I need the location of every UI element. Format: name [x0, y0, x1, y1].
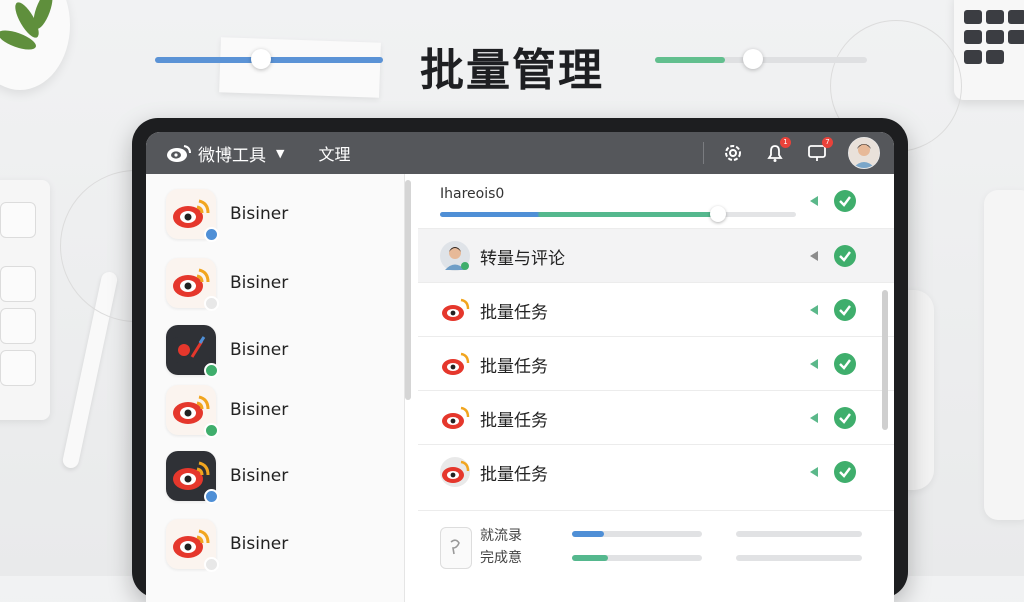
sidebar-account-item[interactable]: Bisiner: [166, 448, 288, 504]
weibo-logo-icon: [166, 385, 219, 438]
task-label: 批量任务: [480, 410, 548, 431]
check-icon: [834, 353, 856, 375]
progress-row: [418, 174, 894, 228]
footer-bar: [572, 555, 702, 561]
task-label: 批量任务: [480, 356, 548, 377]
footer-line-1: 就流录: [480, 528, 522, 544]
desk-device: [984, 190, 1024, 520]
collapse-arrow-icon[interactable]: [810, 305, 818, 315]
message-badge: 7: [822, 137, 833, 148]
summary-footer: 就流录 完成意: [418, 510, 894, 602]
notification-badge: 1: [780, 137, 791, 148]
page-title: 批量管理: [420, 45, 604, 96]
task-row[interactable]: 转量与评论: [418, 228, 894, 283]
footer-bar: [572, 531, 702, 537]
check-icon: [834, 407, 856, 429]
divider: [703, 142, 704, 164]
top-actions: 1 7: [703, 132, 894, 174]
sidebar-account-item[interactable]: Bisiner: [166, 255, 288, 311]
verified-badge-icon: [204, 489, 219, 504]
user-avatar-icon: [440, 241, 470, 271]
account-name: Bisiner: [230, 466, 289, 486]
account-name: Bisiner: [230, 273, 289, 293]
account-name: Bisiner: [230, 400, 289, 420]
collapse-arrow-icon[interactable]: [810, 196, 818, 206]
verified-badge-icon: [204, 227, 219, 242]
check-icon: [834, 245, 856, 267]
collapse-arrow-icon[interactable]: [810, 251, 818, 261]
collapse-arrow-icon[interactable]: [810, 413, 818, 423]
chevron-down-icon: ▼: [276, 146, 285, 160]
dashboard-app-icon: [166, 325, 219, 378]
weibo-logo-icon: [440, 457, 470, 487]
task-label: 批量任务: [480, 464, 548, 485]
weibo-logo-icon: [166, 258, 219, 311]
settings-gear-icon[interactable]: [722, 142, 744, 164]
side-keypad: [0, 180, 50, 420]
account-sidebar: Bisiner Bisiner Bisiner Bisiner Bisiner …: [146, 174, 405, 602]
notification-bell-icon[interactable]: 1: [764, 137, 791, 164]
weibo-logo-icon: [440, 403, 470, 433]
user-avatar[interactable]: [848, 137, 880, 169]
nav-link[interactable]: 文理: [318, 141, 350, 165]
weibo-logo-icon: [440, 349, 470, 379]
status-dot-icon: [204, 557, 219, 572]
collapse-arrow-icon[interactable]: [810, 359, 818, 369]
check-icon: [834, 461, 856, 483]
footer-bar: [736, 555, 862, 561]
collapse-arrow-icon[interactable]: [810, 467, 818, 477]
online-status-icon: [204, 363, 219, 378]
footer-line-2: 完成意: [480, 550, 522, 566]
task-panel: Ihareois0 转量与评论 批量任务 批量任务 批量任务 批量任务 就流录 …: [418, 174, 894, 602]
task-row[interactable]: 批量任务: [418, 282, 894, 337]
top-bar: 微博工具 ▼ 文理 1 7: [146, 132, 894, 174]
weibo-logo-icon: [166, 519, 219, 572]
task-label: 转量与评论: [480, 248, 565, 269]
check-icon: [834, 190, 856, 212]
weibo-logo-icon: [166, 143, 192, 163]
sidebar-account-item[interactable]: Bisiner: [166, 322, 288, 378]
account-name: Bisiner: [230, 204, 289, 224]
brand-menu[interactable]: 微博工具 ▼: [166, 141, 284, 166]
check-icon: [834, 299, 856, 321]
task-row[interactable]: 批量任务: [418, 336, 894, 391]
app-window: 微博工具 ▼ 文理 1 7 Bisiner Bisiner Bisiner Bi…: [146, 132, 894, 602]
account-name: Bisiner: [230, 340, 289, 360]
sidebar-account-item[interactable]: Bisiner: [166, 516, 288, 572]
status-dot-icon: [204, 296, 219, 311]
sidebar-account-item[interactable]: Bisiner: [166, 382, 288, 438]
sidebar-scrollbar[interactable]: [405, 180, 411, 400]
task-row[interactable]: 批量任务: [418, 444, 894, 499]
task-row[interactable]: 批量任务: [418, 390, 894, 445]
tablet-frame: 微博工具 ▼ 文理 1 7 Bisiner Bisiner Bisiner Bi…: [132, 118, 908, 602]
weibo-logo-icon: [166, 189, 219, 242]
message-monitor-icon[interactable]: 7: [806, 137, 833, 164]
online-status-icon: [204, 423, 219, 438]
weibo-logo-icon: [440, 295, 470, 325]
main-scrollbar[interactable]: [882, 290, 888, 430]
weibo-logo-icon: [166, 451, 219, 504]
account-name: Bisiner: [230, 534, 289, 554]
document-icon: [440, 527, 472, 569]
brand-label: 微博工具: [198, 145, 266, 166]
task-label: 批量任务: [480, 302, 548, 323]
footer-bar: [736, 531, 862, 537]
sidebar-account-item[interactable]: Bisiner: [166, 186, 288, 242]
